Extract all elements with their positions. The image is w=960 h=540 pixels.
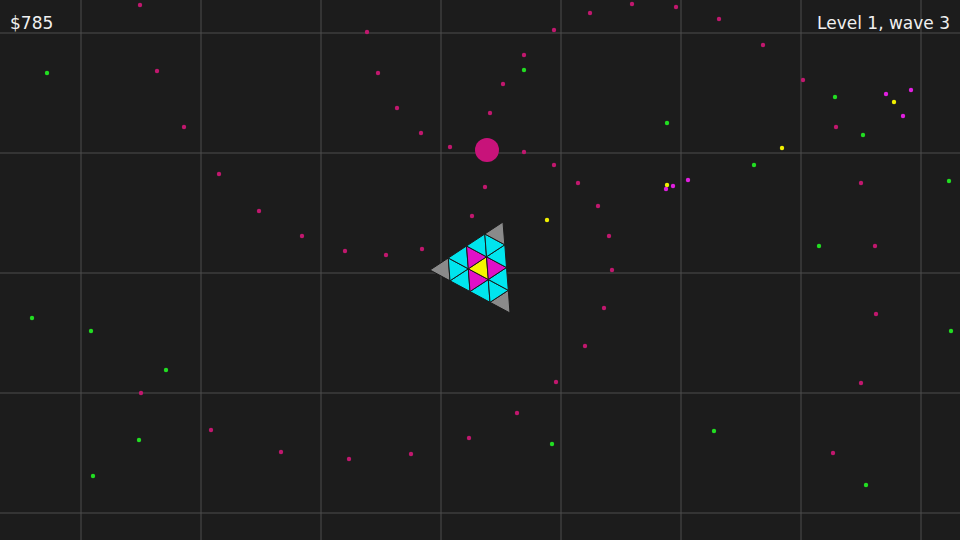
particle xyxy=(583,344,587,348)
particle xyxy=(674,5,678,9)
particle xyxy=(164,368,168,372)
particle xyxy=(588,11,592,15)
particle xyxy=(138,3,142,7)
particle xyxy=(300,234,304,238)
particle xyxy=(610,268,614,272)
particle xyxy=(550,442,554,446)
particle xyxy=(139,391,143,395)
particle xyxy=(45,71,49,75)
particle xyxy=(257,209,261,213)
particle xyxy=(861,133,865,137)
particle xyxy=(501,82,505,86)
particle xyxy=(602,306,606,310)
particle xyxy=(859,181,863,185)
particle xyxy=(467,436,471,440)
particle xyxy=(365,30,369,34)
particle xyxy=(137,438,141,442)
money-counter: $785 xyxy=(10,12,53,34)
player-ship[interactable] xyxy=(430,222,510,313)
particle xyxy=(576,181,580,185)
particle xyxy=(864,483,868,487)
particle xyxy=(515,411,519,415)
ship-cell xyxy=(448,246,468,269)
particle xyxy=(395,106,399,110)
particle xyxy=(522,150,526,154)
enemy[interactable] xyxy=(475,138,499,162)
particle xyxy=(607,234,611,238)
particle xyxy=(488,111,492,115)
particle xyxy=(901,114,905,118)
particle xyxy=(384,253,388,257)
particle xyxy=(419,131,423,135)
particle xyxy=(717,17,721,21)
particle xyxy=(279,450,283,454)
particle xyxy=(552,163,556,167)
particle xyxy=(884,92,888,96)
particle xyxy=(892,100,896,104)
hud: $785 Level 1, wave 3 xyxy=(0,0,960,34)
game-field[interactable] xyxy=(0,0,960,540)
ship-cell xyxy=(467,234,487,257)
particle xyxy=(91,474,95,478)
particle xyxy=(552,28,556,32)
particle xyxy=(712,429,716,433)
grid xyxy=(0,0,960,540)
particle xyxy=(831,451,835,455)
particle xyxy=(343,249,347,253)
particle xyxy=(671,184,675,188)
particle xyxy=(182,125,186,129)
particle xyxy=(665,183,669,187)
particle xyxy=(947,179,951,183)
particle xyxy=(89,329,93,333)
particle xyxy=(949,329,953,333)
particle xyxy=(752,163,756,167)
particle xyxy=(155,69,159,73)
ship-cell xyxy=(430,258,450,281)
particle xyxy=(596,204,600,208)
particle xyxy=(664,187,668,191)
particle xyxy=(817,244,821,248)
particle xyxy=(347,457,351,461)
particle xyxy=(801,78,805,82)
particle xyxy=(30,316,34,320)
particle xyxy=(859,381,863,385)
particle xyxy=(834,125,838,129)
particle xyxy=(209,428,213,432)
particles xyxy=(30,2,953,487)
particle xyxy=(909,88,913,92)
ship-cell xyxy=(485,222,505,245)
particle xyxy=(686,178,690,182)
particle xyxy=(874,312,878,316)
particle xyxy=(665,121,669,125)
particle xyxy=(376,71,380,75)
particle xyxy=(409,452,413,456)
particle xyxy=(420,247,424,251)
particle xyxy=(873,244,877,248)
particle xyxy=(217,172,221,176)
particle xyxy=(554,380,558,384)
particle xyxy=(448,145,452,149)
level-indicator: Level 1, wave 3 xyxy=(817,12,950,34)
particle xyxy=(483,185,487,189)
particle xyxy=(470,214,474,218)
particle xyxy=(833,95,837,99)
particle xyxy=(522,68,526,72)
particle xyxy=(630,2,634,6)
particle xyxy=(545,218,549,222)
particle xyxy=(761,43,765,47)
game-stage[interactable]: $785 Level 1, wave 3 xyxy=(0,0,960,540)
particle xyxy=(522,53,526,57)
particle xyxy=(780,146,784,150)
